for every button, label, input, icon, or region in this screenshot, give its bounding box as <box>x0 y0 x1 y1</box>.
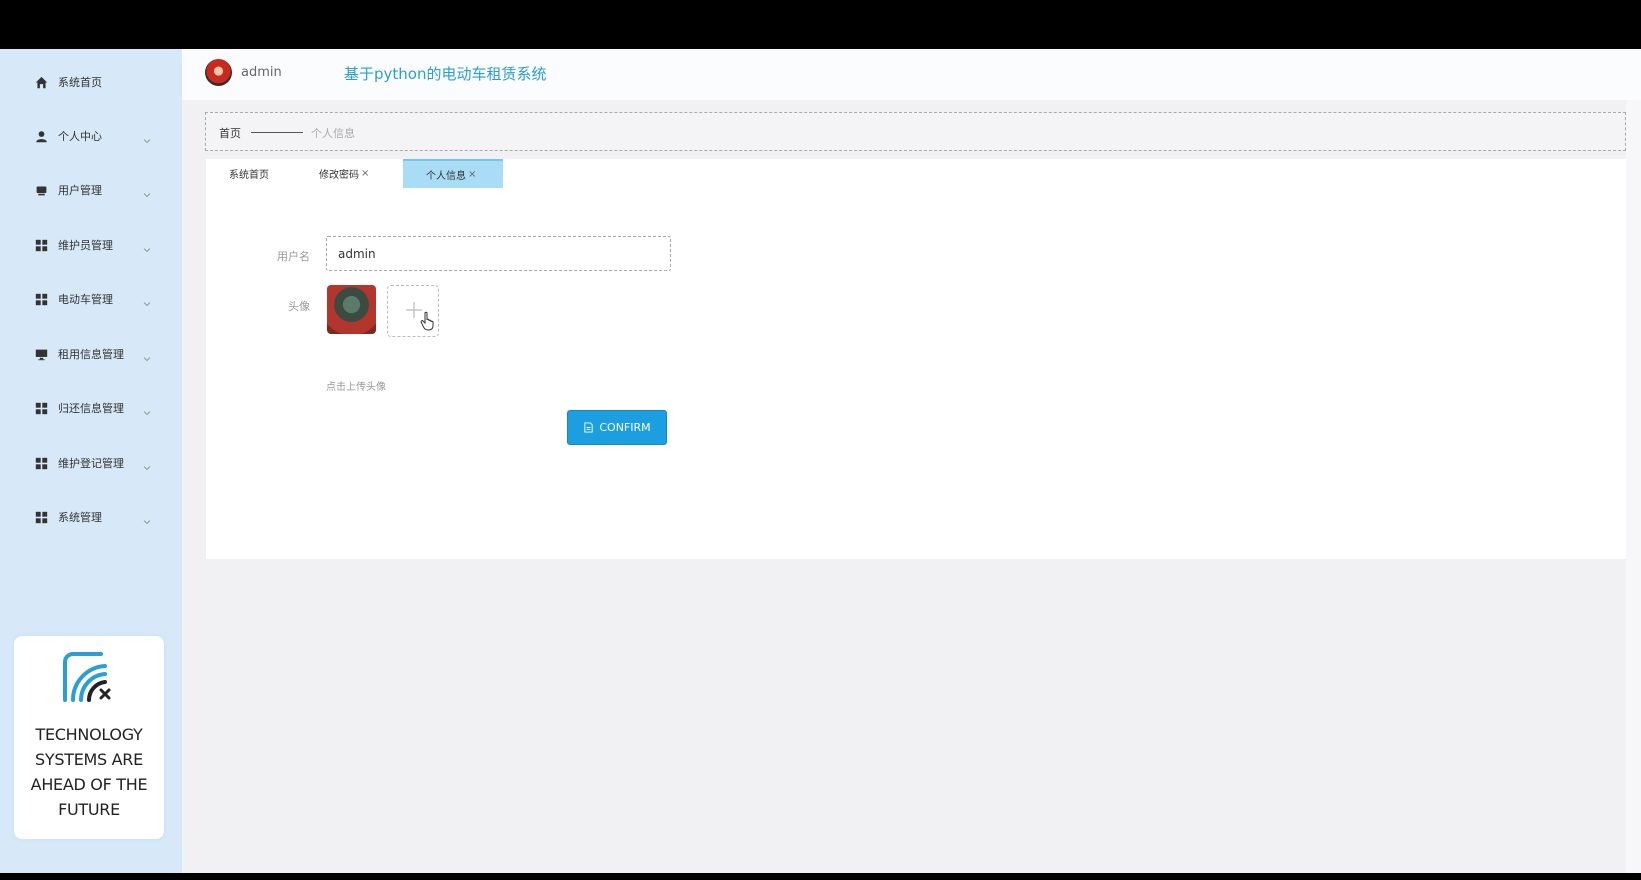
sidebar-item-label: 维护登记管理 <box>58 457 124 470</box>
sidebar-item-label: 电动车管理 <box>58 293 113 306</box>
chevron-down-icon <box>142 349 152 362</box>
wifi-logo-icon <box>63 652 111 702</box>
username-label: 用户名 <box>277 250 310 263</box>
top-header: admin 基于python的电动车租赁系统 <box>182 49 1641 100</box>
chevron-down-icon <box>142 294 152 307</box>
breadcrumb: 首页 个人信息 <box>205 112 1626 151</box>
breadcrumb-current: 个人信息 <box>311 127 355 140</box>
chevron-down-icon <box>142 240 152 253</box>
confirm-button[interactable]: CONFIRM <box>567 410 667 445</box>
chevron-down-icon <box>142 512 152 525</box>
sidebar-item-label: 用户管理 <box>58 184 102 197</box>
sidebar-item-rental-info-management[interactable]: 租用信息管理 <box>0 334 182 374</box>
grid-icon <box>34 456 48 470</box>
grid-icon <box>34 510 48 524</box>
close-icon[interactable]: × <box>361 168 369 179</box>
sidebar-item-label: 系统首页 <box>58 76 102 89</box>
sidebar-item-label: 个人中心 <box>58 130 102 143</box>
close-icon[interactable]: × <box>468 169 476 180</box>
tab-label: 修改密码 <box>319 170 359 181</box>
sidebar-item-ebike-management[interactable]: 电动车管理 <box>0 279 182 319</box>
sidebar-item-label: 租用信息管理 <box>58 348 124 361</box>
breadcrumb-separator <box>251 132 303 133</box>
sidebar-item-label: 归还信息管理 <box>58 402 124 415</box>
grid-icon <box>34 292 48 306</box>
page-title: 基于python的电动车租赁系统 <box>344 65 547 83</box>
promo-text: TECHNOLOGY SYSTEMS ARE AHEAD OF THE FUTU… <box>30 725 148 819</box>
tab-change-password[interactable]: 修改密码 × <box>296 159 392 188</box>
user-icon <box>34 129 48 143</box>
breadcrumb-home[interactable]: 首页 <box>219 125 241 141</box>
username-input[interactable] <box>326 236 671 271</box>
chevron-down-icon <box>142 458 152 471</box>
tab-label: 个人信息 <box>426 171 466 182</box>
content-panel: 系统首页 修改密码 × 个人信息 × 用户名 头像 点击上传头像 CONFIRM <box>206 159 1626 559</box>
sidebar-item-maintenance-registration[interactable]: 维护登记管理 <box>0 443 182 483</box>
hand-cursor-icon <box>420 311 434 331</box>
chevron-down-icon <box>142 185 152 198</box>
avatar-thumbnail <box>327 285 376 334</box>
avatar-label: 头像 <box>288 300 310 313</box>
home-icon <box>34 75 48 89</box>
confirm-button-label: CONFIRM <box>599 421 651 434</box>
sidebar-item-label: 系统管理 <box>58 511 102 524</box>
grid-icon <box>34 401 48 415</box>
sidebar-item-label: 维护员管理 <box>58 239 113 252</box>
tab-personal-info[interactable]: 个人信息 × <box>403 159 503 188</box>
grid-icon <box>34 238 48 252</box>
folder-icon <box>34 183 48 197</box>
user-name[interactable]: admin <box>241 65 282 80</box>
tab-label: 系统首页 <box>229 170 269 181</box>
sidebar-item-maintainer-management[interactable]: 维护员管理 <box>0 225 182 265</box>
chevron-down-icon <box>142 131 152 144</box>
document-icon <box>584 422 593 433</box>
tab-system-home[interactable]: 系统首页 <box>206 159 294 188</box>
app-window: 系统首页 个人中心 用户管理 维护员管理 电动车管理 租用信息管理 归还信息管理… <box>0 49 1641 873</box>
sidebar-item-system-management[interactable]: 系统管理 <box>0 497 182 537</box>
monitor-icon <box>34 347 48 361</box>
promo-card: TECHNOLOGY SYSTEMS ARE AHEAD OF THE FUTU… <box>14 636 164 839</box>
sidebar-item-return-info-management[interactable]: 归还信息管理 <box>0 388 182 428</box>
chevron-down-icon <box>142 403 152 416</box>
upload-hint: 点击上传头像 <box>326 382 386 393</box>
sidebar-item-personal-center[interactable]: 个人中心 <box>0 116 182 156</box>
sidebar-item-home[interactable]: 系统首页 <box>0 62 182 102</box>
sidebar-item-user-management[interactable]: 用户管理 <box>0 170 182 210</box>
avatar[interactable] <box>205 59 232 86</box>
right-edge <box>1626 100 1641 873</box>
sidebar: 系统首页 个人中心 用户管理 维护员管理 电动车管理 租用信息管理 归还信息管理… <box>0 49 182 873</box>
